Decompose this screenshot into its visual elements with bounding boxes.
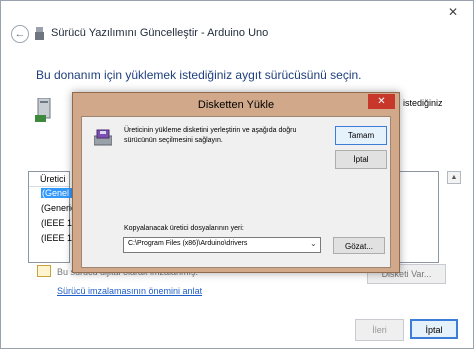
dialog-title: Disketten Yükle — [197, 99, 275, 111]
dialog-message-line: sürücünün seçilmesini sağlayın. — [124, 137, 223, 144]
cancel-button[interactable]: İptal — [410, 319, 458, 339]
dialog-message-line: Üreticinin yükleme disketini yerleştirin… — [124, 127, 297, 134]
browse-button[interactable]: Gözat... — [333, 237, 385, 254]
ok-button[interactable]: Tamam — [335, 126, 387, 145]
dialog-cancel-button[interactable]: İptal — [335, 150, 387, 169]
dialog-close-icon[interactable]: ✕ — [368, 94, 395, 109]
signed-shield-icon — [37, 265, 51, 277]
heading-overflow-text: istediğiniz — [403, 98, 443, 108]
manufacturer-list[interactable]: Üretici (Genel U (Generic (IEEE 16 (IEEE… — [28, 171, 80, 263]
window-close-icon[interactable]: ✕ — [448, 5, 458, 19]
list-header-label: Üretici — [40, 174, 66, 184]
dialog-body: Üreticinin yükleme disketini yerleştirin… — [81, 116, 391, 268]
disk-drive-icon — [94, 129, 112, 146]
main-heading: Bu donanım için yüklemek istediğiniz ayg… — [36, 68, 362, 82]
path-dropdown[interactable]: C:\Program Files (x86)\Arduino\drivers ⌄ — [123, 237, 321, 253]
chevron-down-icon[interactable]: ⌄ — [310, 239, 317, 248]
next-button[interactable]: İleri — [355, 319, 404, 341]
path-value: C:\Program Files (x86)\Arduino\drivers — [128, 240, 248, 247]
signing-info-link[interactable]: Sürücü imzalamasının önemini anlat — [57, 286, 202, 296]
path-label: Kopyalanacak üretici dosyalarının yeri: — [124, 225, 244, 232]
usb-device-icon — [35, 27, 44, 40]
install-from-disk-dialog: Disketten Yükle ✕ Üreticinin yükleme dis… — [72, 92, 400, 273]
list-item[interactable]: (Generic — [41, 203, 76, 213]
device-tower-icon — [35, 98, 51, 122]
list-header[interactable]: Üretici — [29, 172, 69, 187]
model-list[interactable] — [398, 171, 439, 263]
back-arrow-icon[interactable]: ← — [11, 25, 29, 43]
scroll-up-icon[interactable]: ▲ — [447, 171, 461, 184]
window-title: Sürücü Yazılımını Güncelleştir - Arduino… — [51, 27, 269, 39]
